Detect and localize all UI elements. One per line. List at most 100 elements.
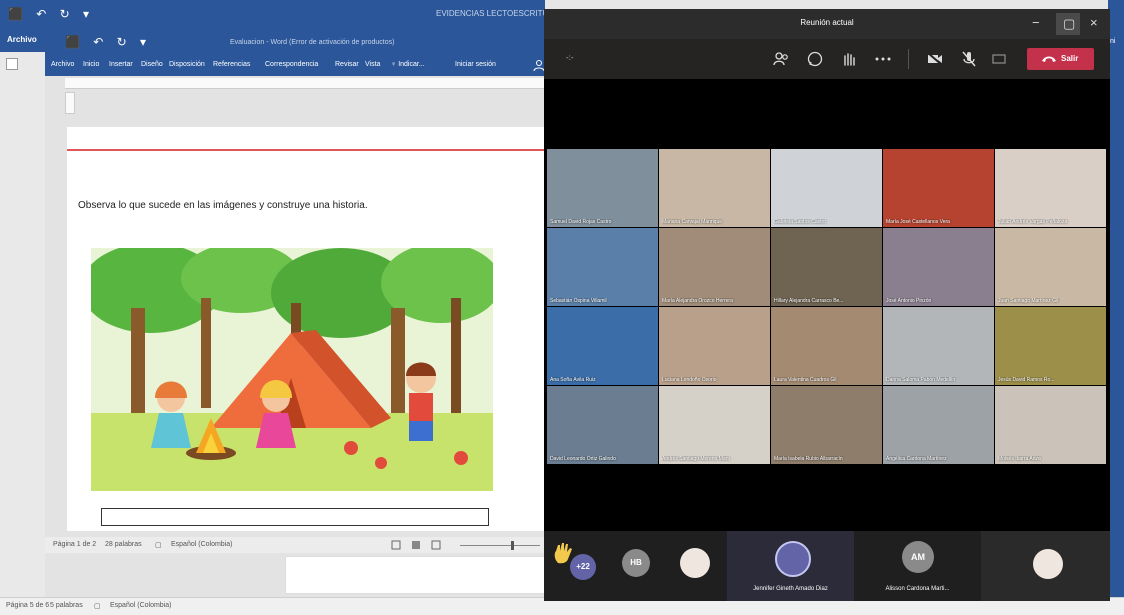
document-page[interactable]: Observa lo que sucede en las imágenes y … [67,127,545,531]
camera-off-icon[interactable] [926,50,944,68]
outer-quick-access-toolbar[interactable]: ⬛ ↶ ↻ ▾ [8,7,94,21]
leave-button[interactable]: Salir [1027,48,1094,70]
participant-name: Gabriela Santos Castro [774,219,826,225]
outer-word-count[interactable]: 5 palabras [50,602,83,609]
featured-participant-slot[interactable]: Jennifer Gineth Amado Diaz [727,531,854,601]
bottom-blank-pane [285,556,547,594]
tab-file[interactable]: Archivo [51,61,74,68]
outer-language-indicator[interactable]: Español (Colombia) [110,602,171,609]
tab-review[interactable]: Revisar [335,61,359,68]
participant-name: Luciana Londoño Osorio [662,377,717,383]
tab-insert[interactable]: Insertar [109,61,133,68]
leave-button-label: Salir [1061,54,1079,63]
hang-up-icon [1042,56,1056,62]
participant-name: Andrés Santiago Moreno Marti [662,456,730,462]
participant-name: Angélica Cardona Martínez [886,456,947,462]
raised-hand-slot[interactable]: +22 [544,531,604,601]
minimize-icon[interactable]: − [1032,16,1040,29]
participant-tile[interactable]: Samuel David Rojas Castro [547,149,658,227]
participant-tile[interactable]: José Antonio Pinzón [883,228,994,306]
outer-page-count[interactable]: Página 5 de 6 [6,602,49,609]
meeting-title: Reunión actual [800,18,854,27]
tab-design[interactable]: Diseño [141,61,163,68]
participants-tray: +22 HB Jennifer Gineth Amado Diaz AM Ali… [544,531,1110,601]
participant-hb-slot[interactable]: HB [604,531,664,601]
participant-tile[interactable]: María Isabela Rubio Albarracín [771,386,882,464]
participant-tile[interactable]: Angélica Cardona Martínez [883,386,994,464]
participant-tile[interactable]: Jesús David Ramos Ro... [995,307,1106,385]
teams-titlebar: Reunión actual − ▢ × [544,9,1110,39]
avatar: HB [622,549,650,577]
raise-hand-icon[interactable] [840,50,858,68]
tab-layout[interactable]: Disposición [169,61,205,68]
participant-tile[interactable]: Gabriela Santos Castro [771,149,882,227]
call-controls-bar: -:- Salir [544,39,1110,79]
word-titlebar: ⬛ ↶ ↻ ▾ Evaluacion - Word (Error de acti… [45,30,545,56]
view-mode-icons[interactable] [390,540,450,550]
maximize-icon: ▢ [1063,16,1076,31]
avatar [680,548,710,578]
participant-name: Danna Saloma Pabón Medellín [886,377,956,383]
tab-mailings[interactable]: Correspondencia [265,61,318,68]
more-options-icon[interactable] [874,50,892,68]
participant-tile[interactable]: Mariana Carvajal Manrique [659,149,770,227]
participant-tile[interactable]: Danna Saloma Pabón Medellín [883,307,994,385]
share-screen-icon[interactable] [990,50,1008,68]
participant-photo-slot[interactable] [981,531,1110,601]
outer-right-label: ni [1110,38,1116,45]
extra-participants-badge: +22 [570,554,596,580]
participant-tile[interactable]: Andrés Santiago Moreno Marti [659,386,770,464]
participant-name: Juan Santiago Martínez Gil [998,298,1059,304]
participant-tile[interactable]: David Leonardo Ortiz Galindo [547,386,658,464]
participant-tile[interactable]: Hillary Alejandra Carrasco Be... [771,228,882,306]
maximize-button[interactable]: ▢ [1056,13,1080,35]
zoom-slider-thumb[interactable] [511,541,514,550]
close-icon[interactable]: × [1090,16,1098,29]
participant-name: Laura Valentina Cuadros Gil [774,377,837,383]
tab-home[interactable]: Inicio [83,61,99,68]
participant-name: David Leonardo Ortiz Galindo [550,456,616,462]
answer-text-box[interactable] [101,508,489,526]
participant-tile[interactable]: Ana Sofía Ávila Ruiz [547,307,658,385]
teams-meeting-window: Reunión actual − ▢ × -:- Salir Samuel Da… [544,9,1110,601]
tab-references[interactable]: Referencias [213,61,250,68]
participant-tile[interactable]: Luciana Londoño Osorio [659,307,770,385]
mic-muted-icon[interactable] [960,50,978,68]
chat-icon[interactable] [806,50,824,68]
zoom-slider[interactable] [460,545,540,546]
tab-tell-me[interactable]: ♀ Indicar... [391,61,425,68]
participant-tile[interactable]: María José Castellanos Vera [883,149,994,227]
participant-am-slot[interactable]: AM Alisson Cardona Marti... [854,531,981,601]
header-red-line [67,149,545,151]
participant-tile[interactable]: Moisés Ibarra Ariza [995,386,1106,464]
outer-window-title: EVIDENCIAS LECTOESCRITUR [436,9,555,18]
participants-icon[interactable] [772,50,790,68]
participant-photo-slot[interactable] [664,531,724,601]
participant-tile[interactable]: Laura Valentina Cuadros Gil [771,307,882,385]
participant-name: María Alejandra Orozco Herrera [662,298,733,304]
avatar [1033,549,1063,579]
participant-name: Moisés Ibarra Ariza [998,456,1041,462]
participant-name: Hillary Alejandra Carrasco Be... [774,298,844,304]
participant-name: Mariana Carvajal Manrique [662,219,723,225]
tab-view[interactable]: Vista [365,61,380,68]
participant-tile[interactable]: Julián Andrés Vargas Peñaloza [995,149,1106,227]
word-count[interactable]: 28 palabras [105,541,142,548]
participant-name: Ana Sofía Ávila Ruiz [550,377,596,383]
language-indicator[interactable]: Español (Colombia) [171,541,232,548]
call-timer: -:- [566,53,574,62]
participant-tile[interactable]: María Alejandra Orozco Herrera [659,228,770,306]
proofing-icon[interactable]: ▢ [155,541,162,549]
word-window-title: Evaluacion - Word (Error de activación d… [230,39,395,46]
outer-proofing-icon[interactable]: ▢ [94,602,101,610]
featured-participant-name: Jennifer Gineth Amado Diaz [753,586,828,592]
quick-access-toolbar[interactable]: ⬛ ↶ ↻ ▾ [65,35,151,49]
sign-in-link[interactable]: Iniciar sesión [455,61,496,68]
word-status-bar: Página 1 de 2 28 palabras ▢ Español (Col… [45,537,545,553]
participant-tile[interactable]: Juan Santiago Martínez Gil [995,228,1106,306]
outer-file-tab[interactable]: Archivo [7,35,37,44]
ruler-toggle-icon[interactable] [6,58,18,70]
page-count[interactable]: Página 1 de 2 [53,541,96,548]
participant-tile[interactable]: Sebastián Ospina Villamil [547,228,658,306]
outer-left-margin [0,52,45,597]
